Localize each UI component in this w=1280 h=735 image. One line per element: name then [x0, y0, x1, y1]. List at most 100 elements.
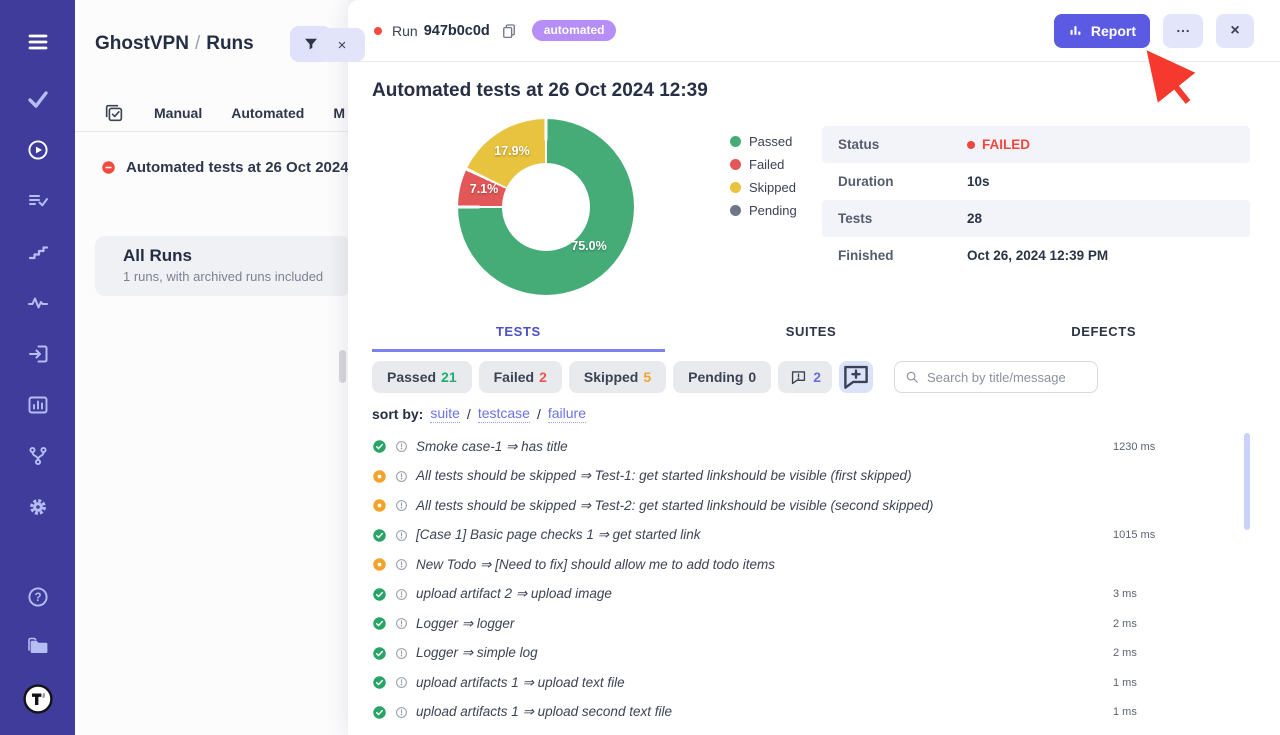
runs-panel-header: GhostVPN/Runs [75, 0, 348, 62]
sort-row: sort by:suite/testcase/failure [372, 405, 1250, 423]
test-title: All tests should be skipped ⇒ Test-1: ge… [416, 468, 912, 484]
comment-plus-icon [839, 360, 873, 394]
passed-icon [372, 646, 387, 661]
clock-icon [395, 617, 408, 630]
clock-icon [395, 499, 408, 512]
tab-suites[interactable]: SUITES [665, 324, 958, 352]
filter-icon [302, 35, 320, 53]
more-button[interactable] [1163, 14, 1203, 48]
tab-tests[interactable]: TESTS [372, 324, 665, 352]
summary-value: Oct 26, 2024 12:39 PM [967, 248, 1108, 263]
passed-icon [372, 439, 387, 454]
sidebar-item-steps[interactable] [26, 240, 50, 264]
run-detail-panel: × Run 947b0c0d automated Report × [348, 0, 1280, 735]
scrollbar-thumb[interactable] [1244, 433, 1250, 530]
branch-icon [26, 444, 50, 468]
check-icon [26, 87, 50, 111]
sort-link-failure[interactable]: failure [548, 405, 586, 423]
test-row[interactable]: [Case 1] Basic page checks 1 ⇒ get start… [372, 521, 1250, 551]
filter-skipped-button[interactable]: Skipped 5 [569, 361, 666, 393]
test-title: upload artifacts 1 ⇒ upload text file [416, 675, 625, 691]
run-id: 947b0c0d [424, 23, 490, 39]
run-detail-content: Automated tests at 26 Oct 2024 12:39 75.… [348, 80, 1280, 727]
play-circle-icon [26, 138, 50, 162]
all-runs-card[interactable]: All Runs 1 runs, with archived runs incl… [95, 236, 348, 296]
slice-label: 17.9% [494, 144, 529, 158]
filter-passed-button[interactable]: Passed21 [372, 361, 472, 393]
test-row[interactable]: Logger ⇒ logger2 ms [372, 609, 1250, 639]
sort-link-suite[interactable]: suite [430, 405, 460, 423]
filter-count: 5 [643, 369, 651, 385]
test-duration: 2 ms [1113, 647, 1137, 659]
test-row[interactable]: New Todo ⇒ [Need to fix] should allow me… [372, 550, 1250, 580]
tab-defects[interactable]: DEFECTS [957, 324, 1250, 352]
clock-icon [395, 440, 408, 453]
sidebar: ? [0, 0, 75, 735]
legend-dot-failed [730, 159, 741, 170]
sidebar-item-menu[interactable] [26, 30, 50, 54]
app-root: ? GhostVPN/Runs Manual Automated M Autom… [0, 0, 1280, 735]
comments-filter-button[interactable]: 2 [778, 361, 832, 393]
filter-label: Skipped [584, 369, 638, 385]
test-row[interactable]: Logger ⇒ simple log2 ms [372, 639, 1250, 669]
panel-close-button[interactable]: × [319, 28, 365, 62]
test-list: Smoke case-1 ⇒ has title1230 ms All tests… [372, 432, 1250, 727]
summary-value: 28 [967, 211, 982, 226]
sidebar-item-folder[interactable] [26, 634, 50, 658]
breadcrumb-project[interactable]: GhostVPN [95, 33, 189, 54]
copy-icon[interactable] [500, 22, 518, 40]
sidebar-item-bar-chart[interactable] [26, 393, 50, 417]
donut-hole [502, 163, 590, 251]
sidebar-item-gear[interactable] [26, 495, 50, 519]
run-list-item[interactable]: Automated tests at 26 Oct 2024 12:39 [75, 159, 348, 176]
bar-chart-icon [1068, 23, 1083, 38]
run-status-dot [374, 27, 382, 35]
test-row[interactable]: Smoke case-1 ⇒ has title1230 ms [372, 432, 1250, 462]
select-all-icon[interactable] [103, 102, 125, 124]
test-row[interactable]: upload artifacts 1 ⇒ upload text file1 m… [372, 668, 1250, 698]
sidebar-item-play-circle[interactable] [26, 138, 50, 162]
sidebar-item-branch[interactable] [26, 444, 50, 468]
report-button-label: Report [1091, 23, 1136, 39]
sort-separator: / [537, 406, 541, 422]
close-button[interactable]: × [1216, 14, 1254, 48]
filter-label: Passed [387, 369, 436, 385]
sidebar-item-sign-in[interactable] [26, 342, 50, 366]
test-row[interactable]: upload artifact 2 ⇒ upload image3 ms [372, 580, 1250, 610]
sidebar-item-logo[interactable] [22, 683, 54, 715]
filter-failed-button[interactable]: Failed2 [479, 361, 562, 393]
filter-pending-button[interactable]: Pending0 [673, 361, 771, 393]
sort-by-label: sort by: [372, 406, 423, 422]
test-duration: 2 ms [1113, 618, 1137, 630]
search-icon [905, 370, 919, 384]
summary-label: Finished [822, 248, 967, 263]
bar-chart-icon [26, 393, 50, 417]
sidebar-item-check[interactable] [26, 87, 50, 111]
passed-icon [372, 675, 387, 690]
test-duration: 1 ms [1113, 706, 1137, 718]
tab-mixed[interactable]: M [333, 105, 345, 121]
results-donut-chart: 75.0%7.1%17.9% [458, 119, 634, 295]
test-row[interactable]: All tests should be skipped ⇒ Test-1: ge… [372, 462, 1250, 492]
tab-automated[interactable]: Automated [231, 105, 304, 121]
ellipsis-icon [1175, 23, 1191, 39]
passed-icon [372, 587, 387, 602]
test-row[interactable]: upload artifacts 1 ⇒ upload second text … [372, 698, 1250, 728]
sidebar-item-list-check[interactable] [26, 189, 50, 213]
add-comment-button[interactable] [839, 361, 873, 393]
sidebar-menu [26, 87, 50, 519]
folder-icon [26, 634, 50, 658]
failed-dot [967, 141, 975, 149]
sidebar-item-pulse[interactable] [26, 291, 50, 315]
test-duration: 1230 ms [1113, 441, 1155, 453]
breadcrumb-section: Runs [206, 33, 254, 54]
test-row[interactable]: All tests should be skipped ⇒ Test-2: ge… [372, 491, 1250, 521]
search-input[interactable] [927, 370, 1103, 385]
sort-link-testcase[interactable]: testcase [478, 405, 530, 423]
sidebar-item-help[interactable]: ? [26, 585, 50, 609]
clock-icon [395, 706, 408, 719]
tab-manual[interactable]: Manual [154, 105, 202, 121]
report-button[interactable]: Report [1054, 14, 1150, 48]
panel-drag-handle[interactable] [339, 350, 346, 383]
filter-count: 2 [539, 369, 547, 385]
